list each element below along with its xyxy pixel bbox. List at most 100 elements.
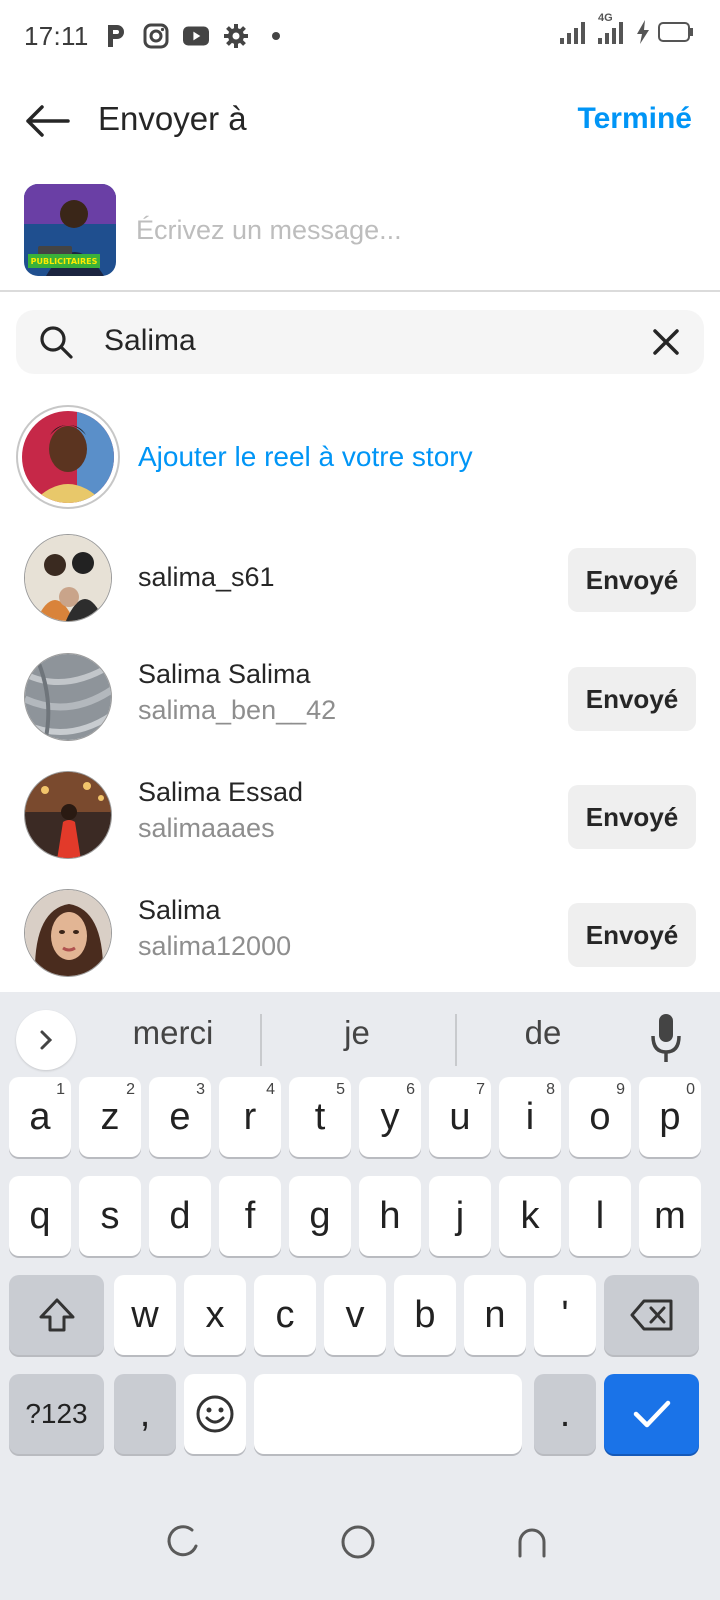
key-a[interactable]: a1 [9,1077,71,1157]
back-button[interactable] [22,96,72,146]
settings-icon [223,23,249,49]
back-nav-button[interactable] [510,1520,554,1564]
key-e[interactable]: e3 [149,1077,211,1157]
backspace-icon [630,1299,672,1331]
key-apostrophe[interactable]: ' [534,1275,596,1355]
key-c[interactable]: c [254,1275,316,1355]
contact-name: Salima Essad [138,777,304,807]
charging-icon [636,20,650,49]
emoji-icon [196,1395,234,1433]
back-nav-icon [518,1528,546,1558]
key-y[interactable]: y6 [359,1077,421,1157]
symbols-key[interactable]: ?123 [9,1374,104,1454]
recents-button[interactable] [162,1520,206,1564]
avatar [24,534,112,622]
key-i[interactable]: i8 [499,1077,561,1157]
contact-name: Salima Salima [138,659,311,689]
search-input[interactable]: Salima [104,324,196,358]
reel-thumbnail: PUBLICITAIRES [24,184,116,276]
sent-button[interactable]: Envoyé [568,667,696,731]
page-title: Envoyer à [98,100,247,137]
chevron-right-icon [40,1030,53,1050]
header: Envoyer à Terminé [0,82,720,158]
key-q[interactable]: q [9,1176,71,1256]
sent-button[interactable]: Envoyé [568,785,696,849]
suggestion[interactable]: de [458,1014,628,1052]
key-v[interactable]: v [324,1275,386,1355]
navigation-bar [0,1490,720,1600]
p-icon [103,23,129,49]
emoji-key[interactable] [184,1374,246,1454]
arrow-left-icon [26,105,70,137]
microphone-icon [651,1014,681,1062]
contact-row[interactable]: Salima Salima salima_ben__42 Envoyé [0,645,720,755]
key-o[interactable]: o9 [569,1077,631,1157]
key-j[interactable]: j [429,1176,491,1256]
shift-key[interactable] [9,1275,104,1355]
status-bar: 17:11 4G [0,0,720,72]
suggestion[interactable]: merci [88,1014,258,1052]
story-avatar-ring [16,405,120,509]
key-u[interactable]: u7 [429,1077,491,1157]
key-s[interactable]: s [79,1176,141,1256]
key-t[interactable]: t5 [289,1077,351,1157]
done-button[interactable]: Terminé [578,102,692,136]
avatar [24,653,112,741]
contact-row[interactable]: Salima salima12000 Envoyé [0,881,720,991]
enter-key[interactable] [604,1374,699,1454]
add-to-story-row[interactable]: Ajouter le reel à votre story [0,405,720,515]
dot-icon [263,23,289,49]
key-d[interactable]: d [149,1176,211,1256]
key-p[interactable]: p0 [639,1077,701,1157]
key-x[interactable]: x [184,1275,246,1355]
youtube-icon [182,23,209,49]
message-input[interactable] [136,208,696,252]
contact-name: Salima [138,895,221,925]
status-time: 17:11 [24,20,89,51]
checkmark-icon [633,1400,670,1428]
sent-button[interactable]: Envoyé [568,903,696,967]
key-g[interactable]: g [289,1176,351,1256]
key-w[interactable]: w [114,1275,176,1355]
key-r[interactable]: r4 [219,1077,281,1157]
key-l[interactable]: l [569,1176,631,1256]
key-b[interactable]: b [394,1275,456,1355]
space-key[interactable] [254,1374,522,1454]
message-row: PUBLICITAIRES [0,180,720,292]
avatar [24,771,112,859]
contact-row[interactable]: Salima Essad salimaaaes Envoyé [0,763,720,873]
sent-button[interactable]: Envoyé [568,548,696,612]
avatar [24,889,112,977]
contact-username: salima12000 [138,931,292,961]
key-k[interactable]: k [499,1176,561,1256]
instagram-icon [143,23,169,49]
comma-key[interactable]: , [114,1374,176,1454]
key-z[interactable]: z2 [79,1077,141,1157]
suggestion-divider [455,1014,457,1066]
voice-input-button[interactable] [646,1010,686,1066]
home-button[interactable] [336,1520,380,1564]
key-n[interactable]: n [464,1275,526,1355]
signal-icon [560,20,590,49]
suggestion[interactable]: je [272,1014,442,1052]
key-m[interactable]: m [639,1176,701,1256]
period-key[interactable]: . [534,1374,596,1454]
contact-username: salimaaaes [138,813,275,843]
contact-row[interactable]: salima_s61 Envoyé [0,526,720,636]
home-icon [341,1525,375,1559]
contact-name: salima_s61 [138,562,275,592]
search-bar[interactable]: Salima [16,310,704,374]
battery-icon [658,22,694,47]
thumbnail-caption: PUBLICITAIRES [31,257,98,266]
network-icon: 4G [598,12,628,49]
key-h[interactable]: h [359,1176,421,1256]
backspace-key[interactable] [604,1275,699,1355]
shift-icon [39,1298,74,1332]
expand-toolbar-button[interactable] [16,1010,76,1070]
recents-icon [167,1525,198,1557]
clear-search-button[interactable] [646,322,686,362]
close-icon [653,329,679,355]
suggestion-bar: merci je de [0,992,720,1088]
network-type: 4G [598,12,613,24]
key-f[interactable]: f [219,1176,281,1256]
